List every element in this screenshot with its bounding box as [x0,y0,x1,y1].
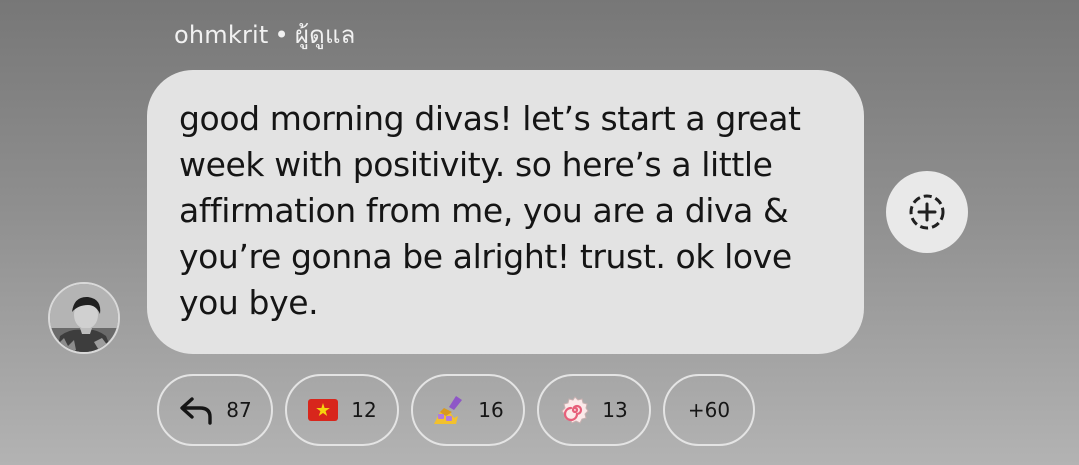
reply-reaction-chip[interactable]: 87 [157,374,273,446]
sender-role: ผู้ดูแล [294,21,356,49]
avatar[interactable] [48,282,120,354]
message-bubble[interactable]: good morning divas! let’s start a great … [147,70,864,354]
more-reactions-button[interactable]: +60 [663,374,755,446]
profile-photo-icon [50,284,118,352]
reaction-count: 13 [602,398,628,422]
flag-vietnam-emoji-icon [307,398,339,422]
add-reaction-button[interactable] [886,171,968,253]
nail-polish-emoji-icon [432,394,466,426]
reaction-count: 16 [478,398,504,422]
nail-polish-reaction-chip[interactable]: 16 [411,374,525,446]
more-reactions-count: +60 [687,398,731,422]
vietnam-flag-reaction-chip[interactable]: 12 [285,374,399,446]
reply-arrow-icon [178,395,214,425]
message-sender: ohmkrit • ผู้ดูแล [174,18,356,52]
sender-separator: • [274,21,289,49]
sender-name[interactable]: ohmkrit [174,21,269,49]
fish-cake-reaction-chip[interactable]: 13 [537,374,651,446]
reaction-bar: 87 12 16 13 +60 [157,374,755,446]
fish-cake-swirl-emoji-icon [560,395,590,425]
reaction-count: 12 [351,398,377,422]
message-text: good morning divas! let’s start a great … [179,99,801,322]
reaction-count: 87 [226,398,252,422]
add-reaction-icon [909,194,945,230]
